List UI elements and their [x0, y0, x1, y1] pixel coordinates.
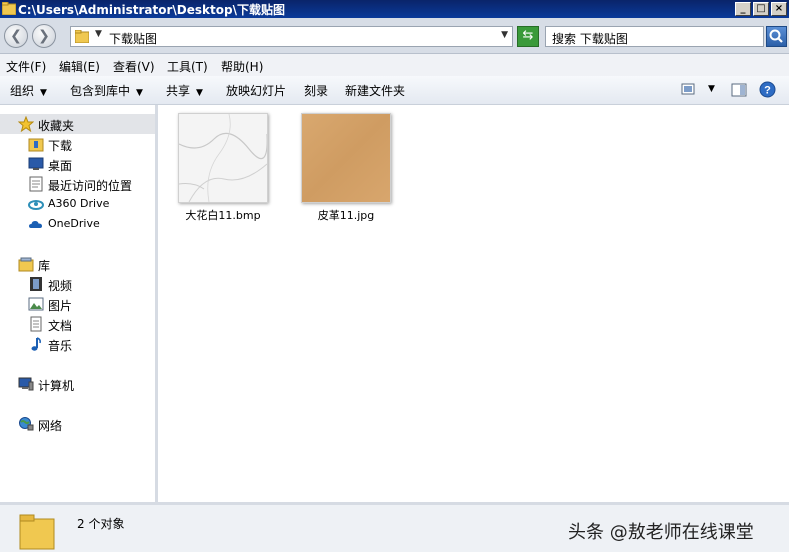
breadcrumb-path[interactable]: 下载贴图 — [109, 30, 157, 47]
sidebar-label: 视频 — [48, 279, 73, 293]
slideshow-button[interactable]: 放映幻灯片 — [226, 82, 286, 99]
window-title: C:\Users\Administrator\Desktop\下载贴图 — [18, 3, 285, 17]
video-icon — [30, 277, 42, 291]
file-item[interactable]: 皮革11.jpg — [291, 113, 401, 223]
back-button[interactable]: ❮ — [4, 24, 28, 48]
view-options-icon[interactable] — [681, 82, 695, 96]
menu-file[interactable]: 文件(F) — [6, 58, 46, 75]
address-bar-area: ❮ ❯ ▼ 下载贴图 ▼ ⇆ 搜索 下载贴图 — [0, 18, 789, 54]
sidebar-label: 音乐 — [48, 339, 73, 353]
sidebar-label: 收藏夹 — [38, 119, 75, 133]
music-icon — [31, 337, 41, 351]
details-pane: 2 个对象 头条 @敖老师在线课堂 — [0, 502, 789, 552]
help-icon[interactable]: ? — [759, 81, 776, 98]
sidebar-item-network[interactable]: 网络 — [0, 414, 155, 434]
chevron-down-icon: ▼ — [136, 88, 143, 98]
item-count: 2 个对象 — [77, 517, 125, 531]
sidebar-label: OneDrive — [48, 217, 100, 230]
file-name: 皮革11.jpg — [317, 209, 375, 222]
sidebar-item-downloads[interactable]: 下载 — [0, 134, 155, 154]
organize-label: 组织 — [10, 84, 35, 98]
marble-texture — [178, 113, 268, 203]
title-bar: C:\Users\Administrator\Desktop\下载贴图 _ □ … — [0, 0, 789, 18]
sidebar-label: A360 Drive — [48, 197, 110, 210]
sidebar-item-documents[interactable]: 文档 — [0, 314, 155, 334]
recent-places-icon — [29, 176, 43, 192]
cloud-drive-icon — [28, 200, 44, 210]
command-bar: 组织 ▼ 包含到库中 ▼ 共享 ▼ 放映幻灯片 刻录 新建文件夹 ▼ ? — [0, 76, 789, 105]
sidebar-item-pictures[interactable]: 图片 — [0, 294, 155, 314]
navigation-pane: 收藏夹 下载 桌面 最近访问的位置 A360 Drive OneDrive 库 … — [0, 105, 158, 502]
chevron-down-icon: ▼ — [196, 88, 203, 98]
sidebar-item-libraries[interactable]: 库 — [0, 254, 155, 274]
breadcrumb-arrow-icon[interactable]: ▼ — [95, 29, 102, 39]
menu-edit[interactable]: 编辑(E) — [59, 58, 100, 75]
desktop-icon — [28, 157, 44, 170]
forward-button[interactable]: ❯ — [32, 24, 56, 48]
star-icon — [18, 116, 34, 132]
sidebar-item-recent[interactable]: 最近访问的位置 — [0, 174, 155, 194]
preview-pane-icon[interactable] — [731, 82, 747, 98]
menu-help[interactable]: 帮助(H) — [221, 58, 263, 75]
menu-tools[interactable]: 工具(T) — [167, 58, 208, 75]
organize-button[interactable]: 组织 ▼ — [10, 82, 47, 99]
chevron-down-icon[interactable]: ▼ — [501, 30, 508, 40]
sidebar-label: 网络 — [38, 419, 63, 433]
svg-text:?: ? — [764, 85, 771, 97]
address-input[interactable]: ▼ 下载贴图 ▼ — [70, 26, 513, 47]
share-button[interactable]: 共享 ▼ — [166, 82, 203, 99]
sidebar-item-videos[interactable]: 视频 — [0, 274, 155, 294]
downloads-folder-icon — [28, 138, 44, 152]
menu-view[interactable]: 查看(V) — [113, 58, 155, 75]
include-label: 包含到库中 — [70, 84, 131, 98]
file-item[interactable]: 大花白11.bmp — [168, 113, 278, 223]
new-folder-button[interactable]: 新建文件夹 — [345, 82, 405, 99]
folder-icon — [19, 514, 55, 550]
sidebar-label: 计算机 — [38, 379, 75, 393]
burn-button[interactable]: 刻录 — [304, 82, 328, 99]
file-list: 大花白11.bmp 皮革11.jpg — [158, 105, 789, 502]
file-thumbnail — [178, 113, 268, 203]
sidebar-label: 最近访问的位置 — [48, 179, 133, 193]
sidebar-label: 库 — [38, 259, 51, 273]
sidebar-item-onedrive[interactable]: OneDrive — [0, 214, 155, 234]
sidebar-label: 图片 — [48, 299, 73, 313]
cloud-icon — [29, 221, 42, 228]
view-dropdown-icon[interactable]: ▼ — [708, 84, 715, 94]
file-name: 大花白11.bmp — [185, 209, 261, 222]
include-in-library-button[interactable]: 包含到库中 ▼ — [70, 82, 143, 99]
search-input[interactable]: 搜索 下载贴图 — [545, 26, 764, 47]
document-icon — [30, 316, 42, 332]
chevron-down-icon: ▼ — [40, 88, 47, 98]
picture-icon — [28, 297, 44, 311]
maximize-button[interactable]: □ — [753, 2, 769, 16]
search-button[interactable] — [766, 26, 787, 47]
share-label: 共享 — [166, 84, 191, 98]
folder-icon — [2, 2, 16, 15]
file-thumbnail — [301, 113, 391, 203]
sidebar-item-music[interactable]: 音乐 — [0, 334, 155, 354]
sidebar-label: 桌面 — [48, 159, 73, 173]
computer-icon — [18, 377, 34, 391]
refresh-button[interactable]: ⇆ — [517, 26, 539, 47]
watermark: 头条 @敖老师在线课堂 — [568, 522, 754, 543]
minimize-button[interactable]: _ — [735, 2, 751, 16]
sidebar-label: 下载 — [48, 139, 73, 153]
sidebar-item-a360[interactable]: A360 Drive — [0, 194, 155, 214]
sidebar-item-desktop[interactable]: 桌面 — [0, 154, 155, 174]
menu-bar: 文件(F) 编辑(E) 查看(V) 工具(T) 帮助(H) — [0, 54, 789, 76]
sidebar-item-computer[interactable]: 计算机 — [0, 374, 155, 394]
sidebar-label: 文档 — [48, 319, 73, 333]
search-icon — [769, 29, 783, 43]
network-icon — [19, 417, 34, 431]
folder-icon — [75, 30, 89, 43]
close-button[interactable]: × — [771, 2, 787, 16]
search-placeholder: 搜索 下载贴图 — [552, 32, 628, 46]
sidebar-item-favorites[interactable]: 收藏夹 — [0, 114, 155, 134]
library-icon — [18, 257, 34, 272]
